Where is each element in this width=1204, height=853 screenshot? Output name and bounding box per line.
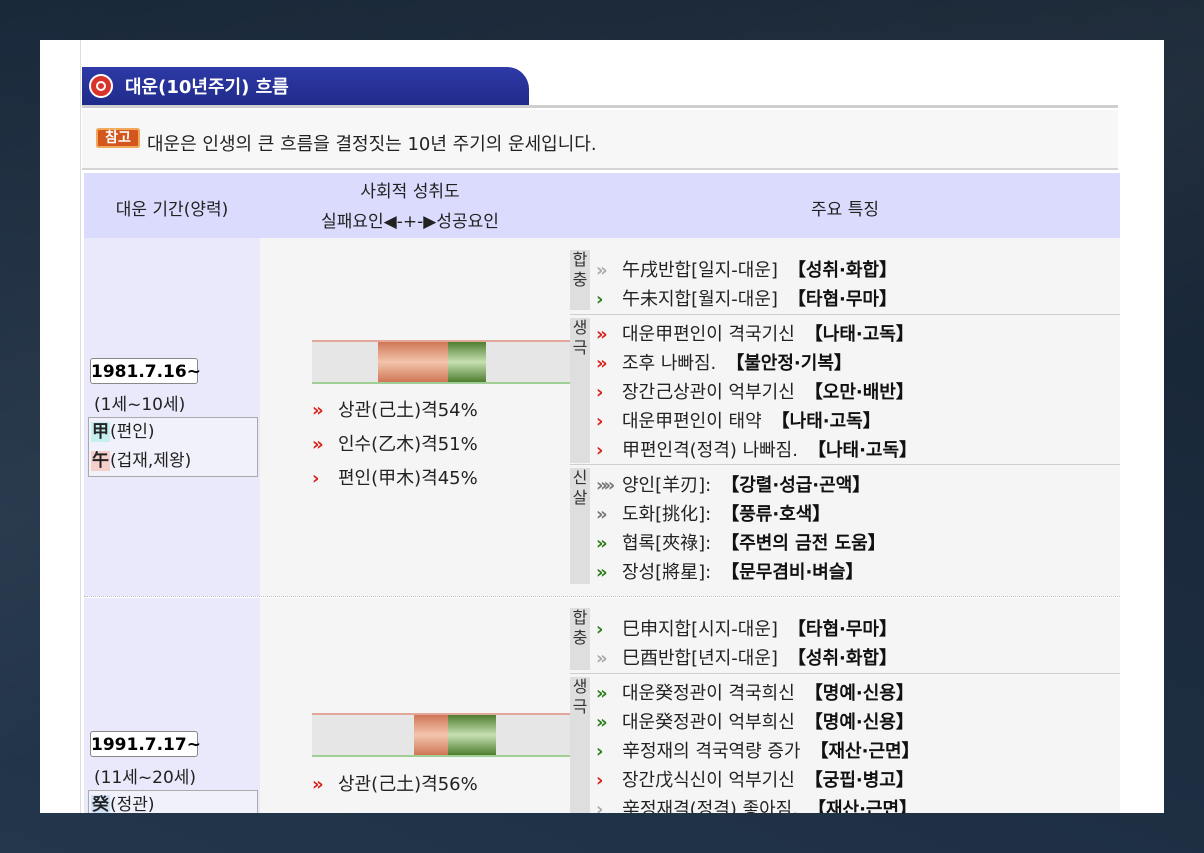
category-sinsal: 신살 bbox=[570, 468, 590, 584]
double-chevron-icon: » bbox=[312, 774, 324, 795]
bullseye-icon bbox=[89, 74, 113, 98]
gan-line: 甲(편인) bbox=[89, 418, 257, 447]
double-chevron-icon: » bbox=[596, 504, 608, 525]
chevron-icon: › bbox=[596, 619, 603, 640]
gyeok-item: » 상관(己土)격56% bbox=[312, 768, 478, 802]
feature-line: » 협록[夾祿]: 【주변의 금전 도움】 bbox=[596, 529, 886, 558]
period-cell: 1981.7.16~ (1세~10세) 甲(편인) 午(겁재,제왕) bbox=[84, 238, 260, 596]
note-badge: 참고 bbox=[96, 128, 140, 148]
features-cell: 합충 › 巳申지합[시지-대운] 【타협·무마】 » 巳酉반합[년지-대운] 【성취·화… bbox=[570, 598, 1120, 813]
feature-line: › 巳申지합[시지-대운] 【타협·무마】 bbox=[596, 615, 897, 644]
success-segment bbox=[448, 342, 486, 382]
chevron-icon: » bbox=[596, 260, 608, 281]
failure-segment bbox=[414, 715, 448, 755]
period-date[interactable]: 1981.7.16~ bbox=[90, 358, 201, 384]
feature-line: » 장성[將星]: 【문무겸비·벼슬】 bbox=[596, 558, 863, 587]
double-chevron-icon: » bbox=[596, 533, 608, 554]
period-row: 1991.7.17~ (11세~20세) 癸(정관) » 상관(己土)격56% 합… bbox=[84, 598, 1120, 813]
achievement-bar bbox=[312, 340, 582, 384]
chevron-icon: › bbox=[596, 799, 603, 813]
chevron-icon: › bbox=[596, 741, 603, 762]
divider bbox=[570, 464, 1120, 465]
header-achievement-title: 사회적 성취도 bbox=[360, 182, 460, 202]
double-chevron-icon: » bbox=[596, 712, 608, 733]
double-chevron-icon: » bbox=[312, 400, 324, 421]
chevron-icon: › bbox=[596, 440, 603, 461]
page-frame: 대운(10년주기) 흐름 참고 대운은 인생의 큰 흐름을 결정짓는 10년 주… bbox=[40, 40, 1164, 813]
chevron-icon: › bbox=[596, 770, 603, 791]
feature-line: » 巳酉반합[년지-대운] 【성취·화합】 bbox=[596, 644, 897, 673]
section-title: 대운(10년주기) 흐름 bbox=[125, 77, 289, 98]
achievement-bar bbox=[312, 713, 582, 757]
feature-line: › 대운甲편인이 태약 【나태·고독】 bbox=[596, 407, 881, 436]
header-features: 주요 특징 bbox=[811, 200, 879, 220]
triple-chevron-icon: »» bbox=[596, 475, 615, 496]
double-chevron-icon: » bbox=[596, 324, 608, 345]
feature-line: » 대운甲편인이 격국기신 【나태·고독】 bbox=[596, 320, 914, 349]
ji-char: 午 bbox=[91, 451, 110, 471]
feature-line: » 午戌반합[일지-대운] 【성취·화합】 bbox=[596, 256, 897, 285]
period-date[interactable]: 1991.7.17~ bbox=[90, 731, 201, 757]
gyeok-item: » 상관(己土)격54% bbox=[312, 394, 478, 428]
category-hapchung: 합충 bbox=[570, 608, 590, 670]
category-saenggeuk: 생극 bbox=[570, 677, 590, 813]
category-hapchung: 합충 bbox=[570, 250, 590, 310]
section-title-bar: 대운(10년주기) 흐름 bbox=[82, 67, 529, 105]
failure-segment bbox=[378, 342, 448, 382]
double-chevron-icon: » bbox=[596, 648, 608, 669]
row-divider bbox=[84, 596, 1120, 597]
gan-char: 甲 bbox=[91, 422, 110, 442]
feature-line: › 甲편인격(정격) 나빠짐. 【나태·고독】 bbox=[596, 436, 917, 465]
title-divider bbox=[82, 105, 1118, 108]
chevron-icon: › bbox=[596, 411, 603, 432]
chevron-icon: › bbox=[596, 289, 603, 310]
period-age: (1세~10세) bbox=[94, 395, 186, 415]
period-row: 1981.7.16~ (1세~10세) 甲(편인) 午(겁재,제왕) » 상관(己… bbox=[84, 238, 1120, 596]
gyeok-item: » 인수(乙木)격51% bbox=[312, 428, 478, 462]
note-box: 참고 대운은 인생의 큰 흐름을 결정짓는 10년 주기의 운세입니다. bbox=[82, 110, 1118, 170]
feature-line: › 辛정재격(정격) 좋아짐. 【재산·근면】 bbox=[596, 795, 917, 813]
period-cell: 1991.7.17~ (11세~20세) 癸(정관) bbox=[84, 598, 260, 813]
double-chevron-icon: » bbox=[596, 562, 608, 583]
double-chevron-icon: » bbox=[596, 683, 608, 704]
feature-line: » 대운癸정관이 억부희신 【명예·신용】 bbox=[596, 708, 914, 737]
feature-line: › 午未지합[월지-대운] 【타협·무마】 bbox=[596, 285, 897, 314]
gan-relation: (정관) bbox=[110, 795, 155, 813]
header-period: 대운 기간(양력) bbox=[115, 200, 229, 220]
gyeok-item: › 편인(甲木)격45% bbox=[312, 462, 478, 496]
divider bbox=[570, 314, 1120, 315]
note-text: 대운은 인생의 큰 흐름을 결정짓는 10년 주기의 운세입니다. bbox=[147, 134, 597, 155]
ganji-box: 癸(정관) bbox=[88, 790, 258, 813]
gan-line: 癸(정관) bbox=[89, 791, 257, 813]
chevron-icon: › bbox=[596, 382, 603, 403]
feature-line: »» 양인[羊刃]: 【강렬·성급·곤액】 bbox=[596, 471, 870, 500]
features-cell: 합충 » 午戌반합[일지-대운] 【성취·화합】 › 午未지합[월지-대운] 【타협·무… bbox=[570, 238, 1120, 596]
ji-line: 午(겁재,제왕) bbox=[89, 447, 257, 476]
category-saenggeuk: 생극 bbox=[570, 318, 590, 463]
double-chevron-icon: » bbox=[596, 353, 608, 374]
gan-char: 癸 bbox=[91, 795, 110, 813]
feature-line: › 辛정재의 격국역량 증가 【재산·근면】 bbox=[596, 737, 920, 766]
feature-line: › 장간己상관이 억부기신 【오만·배반】 bbox=[596, 378, 914, 407]
gan-relation: (편인) bbox=[110, 422, 155, 442]
period-age: (11세~20세) bbox=[94, 768, 197, 788]
ganji-box: 甲(편인) 午(겁재,제왕) bbox=[88, 417, 258, 477]
double-chevron-icon: » bbox=[312, 434, 324, 455]
divider bbox=[570, 673, 1120, 674]
feature-line: » 도화[挑化]: 【풍류·호색】 bbox=[596, 500, 830, 529]
table-header: 대운 기간(양력) 사회적 성취도 실패요인◀-+-▶성공요인 주요 특징 bbox=[84, 173, 1120, 238]
ji-relation: (겁재,제왕) bbox=[110, 451, 192, 471]
header-achievement-scale: 실패요인◀-+-▶성공요인 bbox=[321, 212, 499, 232]
success-segment bbox=[448, 715, 496, 755]
feature-line: › 장간戊식신이 억부기신 【궁핍·병고】 bbox=[596, 766, 914, 795]
feature-line: » 대운癸정관이 격국희신 【명예·신용】 bbox=[596, 679, 914, 708]
feature-line: » 조후 나빠짐. 【불안정·기복】 bbox=[596, 349, 852, 378]
chevron-icon: › bbox=[312, 468, 319, 489]
